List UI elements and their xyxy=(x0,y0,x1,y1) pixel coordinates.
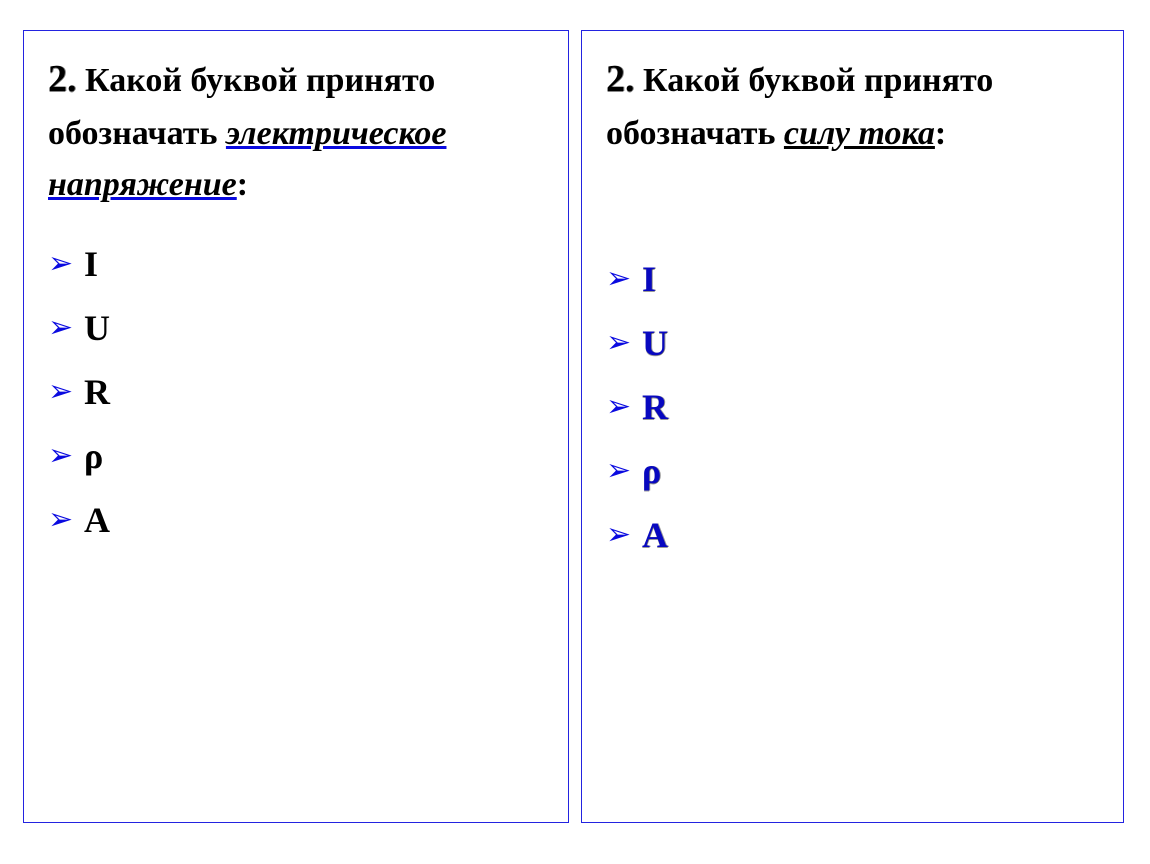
option-text: ρ xyxy=(84,438,103,474)
option-item: ➢ A xyxy=(606,517,1101,553)
question-text-right: 2. Какой буквой принято обозначать силу … xyxy=(606,51,1101,159)
bullet-icon: ➢ xyxy=(606,456,636,486)
option-text: A xyxy=(642,517,668,553)
option-text: I xyxy=(642,261,656,297)
option-item: ➢ R xyxy=(606,389,1101,425)
bullet-icon: ➢ xyxy=(606,392,636,422)
option-item: ➢ I xyxy=(48,246,546,282)
bullet-icon: ➢ xyxy=(48,441,78,471)
bullet-icon: ➢ xyxy=(48,313,78,343)
question-panel-left: 2. Какой буквой принято обозначать элект… xyxy=(23,30,569,823)
option-text: R xyxy=(84,374,110,410)
slide-stage: 2. Какой буквой принято обозначать элект… xyxy=(0,0,1150,864)
bullet-icon: ➢ xyxy=(48,377,78,407)
question-keyword-right: силу тока xyxy=(784,115,935,152)
option-item: ➢ I xyxy=(606,261,1101,297)
options-list-right: ➢ I ➢ U ➢ R ➢ ρ ➢ A xyxy=(606,261,1101,553)
option-item: ➢ ρ xyxy=(606,453,1101,489)
option-text: R xyxy=(642,389,668,425)
option-text: ρ xyxy=(642,453,661,489)
option-item: ➢ U xyxy=(606,325,1101,361)
question-panel-right: 2. Какой буквой принято обозначать силу … xyxy=(581,30,1124,823)
option-text: A xyxy=(84,502,110,538)
question-text-left: 2. Какой буквой принято обозначать элект… xyxy=(48,51,546,210)
bullet-icon: ➢ xyxy=(606,264,636,294)
question-suffix-right: : xyxy=(935,115,946,152)
option-text: U xyxy=(84,310,110,346)
option-item: ➢ ρ xyxy=(48,438,546,474)
option-item: ➢ R xyxy=(48,374,546,410)
bullet-icon: ➢ xyxy=(48,505,78,535)
spacer xyxy=(48,228,546,232)
question-suffix-left: : xyxy=(237,166,248,203)
options-list-left: ➢ I ➢ U ➢ R ➢ ρ ➢ A xyxy=(48,246,546,538)
question-number-right: 2. xyxy=(606,58,635,100)
option-text: U xyxy=(642,325,668,361)
bullet-icon: ➢ xyxy=(606,328,636,358)
option-item: ➢ U xyxy=(48,310,546,346)
option-text: I xyxy=(84,246,98,282)
question-number-left: 2. xyxy=(48,58,77,100)
bullet-icon: ➢ xyxy=(48,249,78,279)
bullet-icon: ➢ xyxy=(606,520,636,550)
spacer xyxy=(606,177,1101,247)
option-item: ➢ A xyxy=(48,502,546,538)
